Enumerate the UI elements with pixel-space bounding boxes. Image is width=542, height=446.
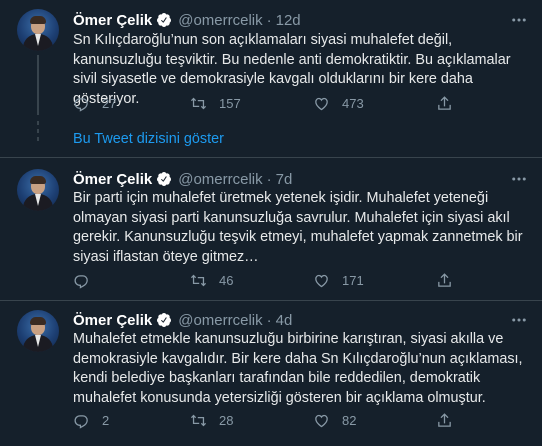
tweet-time[interactable]: 4d (276, 312, 293, 329)
retweet-icon (190, 97, 207, 110)
tweet-text: Muhalefet etmekle kanunsuzluğu birbirine… (73, 331, 523, 406)
like-button[interactable]: 171 (313, 272, 364, 289)
reply-count: 2 (102, 413, 110, 428)
verified-icon (157, 313, 172, 327)
share-icon (438, 413, 451, 427)
author-name[interactable]: Ömer Çelik (73, 312, 152, 329)
verified-icon (157, 13, 172, 27)
author-handle[interactable]: @omerrcelik (178, 312, 262, 329)
share-button[interactable] (436, 95, 465, 112)
retweet-button[interactable]: 157 (190, 95, 241, 112)
divider (0, 300, 542, 301)
reply-count: 27 (102, 96, 117, 111)
avatar[interactable] (17, 169, 59, 211)
share-button[interactable] (436, 412, 465, 429)
divider (0, 157, 542, 158)
share-icon (438, 96, 451, 110)
tweet-actions: 27 157 473 (73, 95, 528, 115)
share-button[interactable] (436, 272, 465, 289)
retweet-icon (190, 414, 207, 427)
tweet-time[interactable]: 7d (276, 171, 293, 188)
author-name[interactable]: Ömer Çelik (73, 171, 152, 188)
reply-button[interactable] (73, 272, 102, 289)
tweet-text: Bir parti için muhalefet üretmek yetenek… (73, 190, 523, 265)
reply-icon (74, 415, 88, 429)
thread-dots (37, 121, 39, 141)
retweet-icon (190, 274, 207, 287)
reply-icon (74, 98, 88, 112)
retweet-button[interactable]: 46 (190, 272, 233, 289)
reply-button[interactable]: 27 (73, 95, 116, 112)
like-count: 82 (342, 413, 357, 428)
separator-dot: · (266, 311, 272, 329)
tweet-header: Ömer Çelik @omerrcelik · 4d (73, 310, 292, 330)
tweet-actions: 2 28 82 (73, 412, 528, 432)
like-icon (315, 97, 328, 111)
tweet-actions: 46 171 (73, 272, 528, 292)
reply-icon (74, 275, 88, 289)
like-count: 171 (342, 273, 364, 288)
tweet-header: Ömer Çelik @omerrcelik · 12d (73, 10, 301, 30)
author-name[interactable]: Ömer Çelik (73, 12, 152, 29)
more-icon[interactable] (510, 311, 528, 329)
avatar[interactable] (17, 310, 59, 352)
retweet-count: 157 (219, 96, 241, 111)
show-thread-link[interactable]: Bu Tweet dizisini göster (73, 131, 224, 147)
more-icon[interactable] (510, 170, 528, 188)
reply-button[interactable]: 2 (73, 412, 109, 429)
like-count: 473 (342, 96, 364, 111)
separator-dot: · (266, 170, 272, 188)
retweet-button[interactable]: 28 (190, 412, 233, 429)
tweet-time[interactable]: 12d (276, 12, 301, 29)
share-icon (438, 273, 451, 287)
like-button[interactable]: 82 (313, 412, 356, 429)
retweet-count: 46 (219, 273, 234, 288)
more-icon[interactable] (510, 11, 528, 29)
tweet-header: Ömer Çelik @omerrcelik · 7d (73, 169, 292, 189)
thread-line (37, 55, 39, 115)
verified-icon (157, 172, 172, 186)
author-handle[interactable]: @omerrcelik (178, 12, 262, 29)
avatar[interactable] (17, 9, 59, 51)
like-button[interactable]: 473 (313, 95, 364, 112)
like-icon (315, 274, 328, 288)
separator-dot: · (266, 11, 272, 29)
like-icon (315, 414, 328, 428)
author-handle[interactable]: @omerrcelik (178, 171, 262, 188)
retweet-count: 28 (219, 413, 234, 428)
